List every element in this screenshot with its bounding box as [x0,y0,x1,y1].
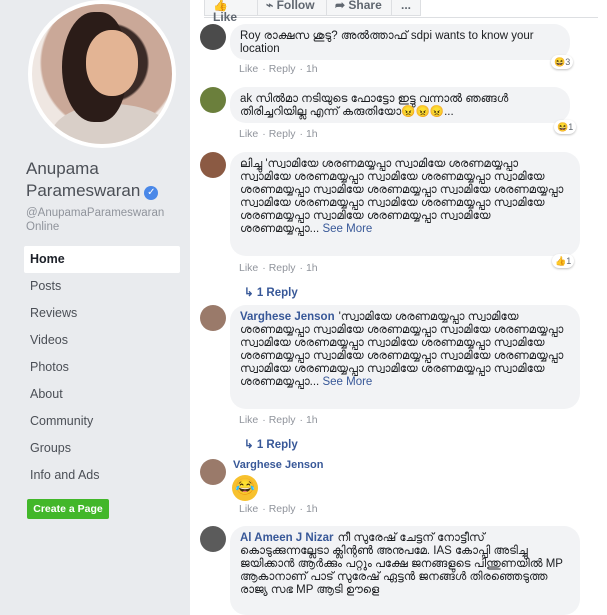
reply-link[interactable]: Reply [269,128,296,140]
nav-community[interactable]: Community [24,408,180,435]
view-replies-link[interactable]: ↳ 1 Reply [244,437,298,451]
see-more-link[interactable]: See More [322,223,372,235]
more-options-button[interactable]: ... [391,0,421,16]
like-label: Like [213,10,238,24]
reaction-number: 1 [568,122,574,132]
comment-bubble: Al Ameen J Nizar നീ സുരേഷ് ചേട്ടന് നോട്ടീ… [230,526,580,615]
comment-author[interactable]: Varghese Jenson [240,311,335,323]
post-action-bar: 👍 Like ⌁ Follow ➦ Share ... [204,0,598,23]
comments-feed: 👍 Like ⌁ Follow ➦ Share ... Roy രാക്ഷസ ശ… [190,0,607,615]
comment-time[interactable]: 1h [306,414,318,426]
comment-time[interactable]: 1h [306,63,318,75]
commenter-avatar[interactable] [200,459,226,485]
reaction-count[interactable]: 😆1 [554,120,577,134]
comment-meta: Like · Reply · 1h [239,128,318,140]
share-button[interactable]: ➦ Share [326,0,392,16]
comment-bubble: ലിച്ചു 'സ്വാമിയേ ശരണമയ്യപ്പാ സ്വാമിയേ ശര… [230,152,580,256]
commenter-avatar[interactable] [200,152,226,178]
nav-info-and-ads[interactable]: Info and Ads [24,462,180,489]
comment-meta: Like · Reply · 1h [239,414,318,426]
like-reaction-icon: 👍 [555,256,567,266]
reply-link[interactable]: Reply [269,503,296,515]
avatar-face-shape [86,30,138,96]
comment-bubble: Varghese Jenson 'സ്വാമിയേ ശരണമയ്യപ്പാ സ്വ… [230,305,580,409]
reaction-number: 1 [566,256,572,266]
view-replies-link[interactable]: ↳ 1 Reply [244,285,298,299]
nav-home[interactable]: Home [24,246,180,273]
page-title[interactable]: Anupama Parameswaran ✓ [26,158,186,202]
like-page-button[interactable]: 👍 Like [204,0,258,23]
reply-link[interactable]: Reply [269,262,296,274]
facebook-page: Anupama Parameswaran ✓ @AnupamaParameswar… [0,0,607,615]
commenter-avatar[interactable] [200,526,226,552]
profile-picture[interactable] [28,0,176,148]
haha-reaction-icon: 😆 [557,122,569,132]
comment-meta: Like · Reply · 1h [239,503,318,515]
rss-icon: ⌁ [266,0,274,12]
comment-meta: Like · Reply · 1h [239,63,318,75]
replies-count: 1 Reply [256,287,298,299]
replies-count: 1 Reply [256,439,298,451]
share-label: Share [348,0,382,12]
comment-text: Roy രാക്ഷസ ശുടു? അൽത്താഫ് sdpi wants to … [240,30,534,55]
nav-reviews[interactable]: Reviews [24,300,180,327]
follow-button[interactable]: ⌁ Follow [257,0,327,16]
reply-arrow-icon: ↳ [244,287,257,299]
see-more-link[interactable]: See More [322,376,372,388]
haha-reaction-icon: 😆 [554,57,566,67]
share-icon: ➦ [335,0,346,12]
page-title-text[interactable]: Anupama Parameswaran [26,159,140,200]
page-nav: Home Posts Reviews Videos Photos About C… [24,246,180,489]
comment-text: ലിച്ചു 'സ്വാമിയേ ശരണമയ്യപ്പാ സ്വാമിയേ ശര… [240,158,564,235]
nav-about[interactable]: About [24,381,180,408]
comment-text: ak സിൽമാ നടിയുടെ ഫോട്ടോ ഇട്ടു വന്നാൽ ഞങ്… [240,93,509,118]
like-link[interactable]: Like [239,128,258,140]
like-link[interactable]: Like [239,503,258,515]
reaction-count[interactable]: 👍1 [552,254,575,268]
like-link[interactable]: Like [239,414,258,426]
reply-link[interactable]: Reply [269,414,296,426]
commenter-avatar[interactable] [200,87,226,113]
comment-time[interactable]: 1h [306,128,318,140]
create-page-button[interactable]: Create a Page [27,499,109,519]
comment-bubble: ak സിൽമാ നടിയുടെ ഫോട്ടോ ഇട്ടു വന്നാൽ ഞങ്… [230,87,570,123]
like-link[interactable]: Like [239,262,258,274]
reply-link[interactable]: Reply [269,63,296,75]
commenter-avatar[interactable] [200,305,226,331]
comment-author[interactable]: Varghese Jenson [233,459,324,471]
commenter-avatar[interactable] [200,24,226,50]
reaction-number: 3 [565,57,571,67]
nav-photos[interactable]: Photos [24,354,180,381]
reaction-count[interactable]: 😆3 [551,55,574,69]
like-link[interactable]: Like [239,63,258,75]
page-sidebar: Anupama Parameswaran ✓ @AnupamaParameswar… [0,0,190,615]
follow-label: Follow [276,0,315,12]
crying-laughing-emoji-icon: 😂 [232,475,258,501]
comment-time[interactable]: 1h [306,262,318,274]
verified-badge-icon: ✓ [144,186,159,200]
reply-arrow-icon: ↳ [244,439,257,451]
nav-videos[interactable]: Videos [24,327,180,354]
comment-author[interactable]: Al Ameen J Nizar [240,532,334,544]
comment-time[interactable]: 1h [306,503,318,515]
page-handle[interactable]: @AnupamaParameswaran Online [26,206,186,234]
comment-meta: Like · Reply · 1h [239,262,318,274]
nav-groups[interactable]: Groups [24,435,180,462]
nav-posts[interactable]: Posts [24,273,180,300]
comment-bubble: Roy രാക്ഷസ ശുടു? അൽത്താഫ് sdpi wants to … [230,24,570,60]
